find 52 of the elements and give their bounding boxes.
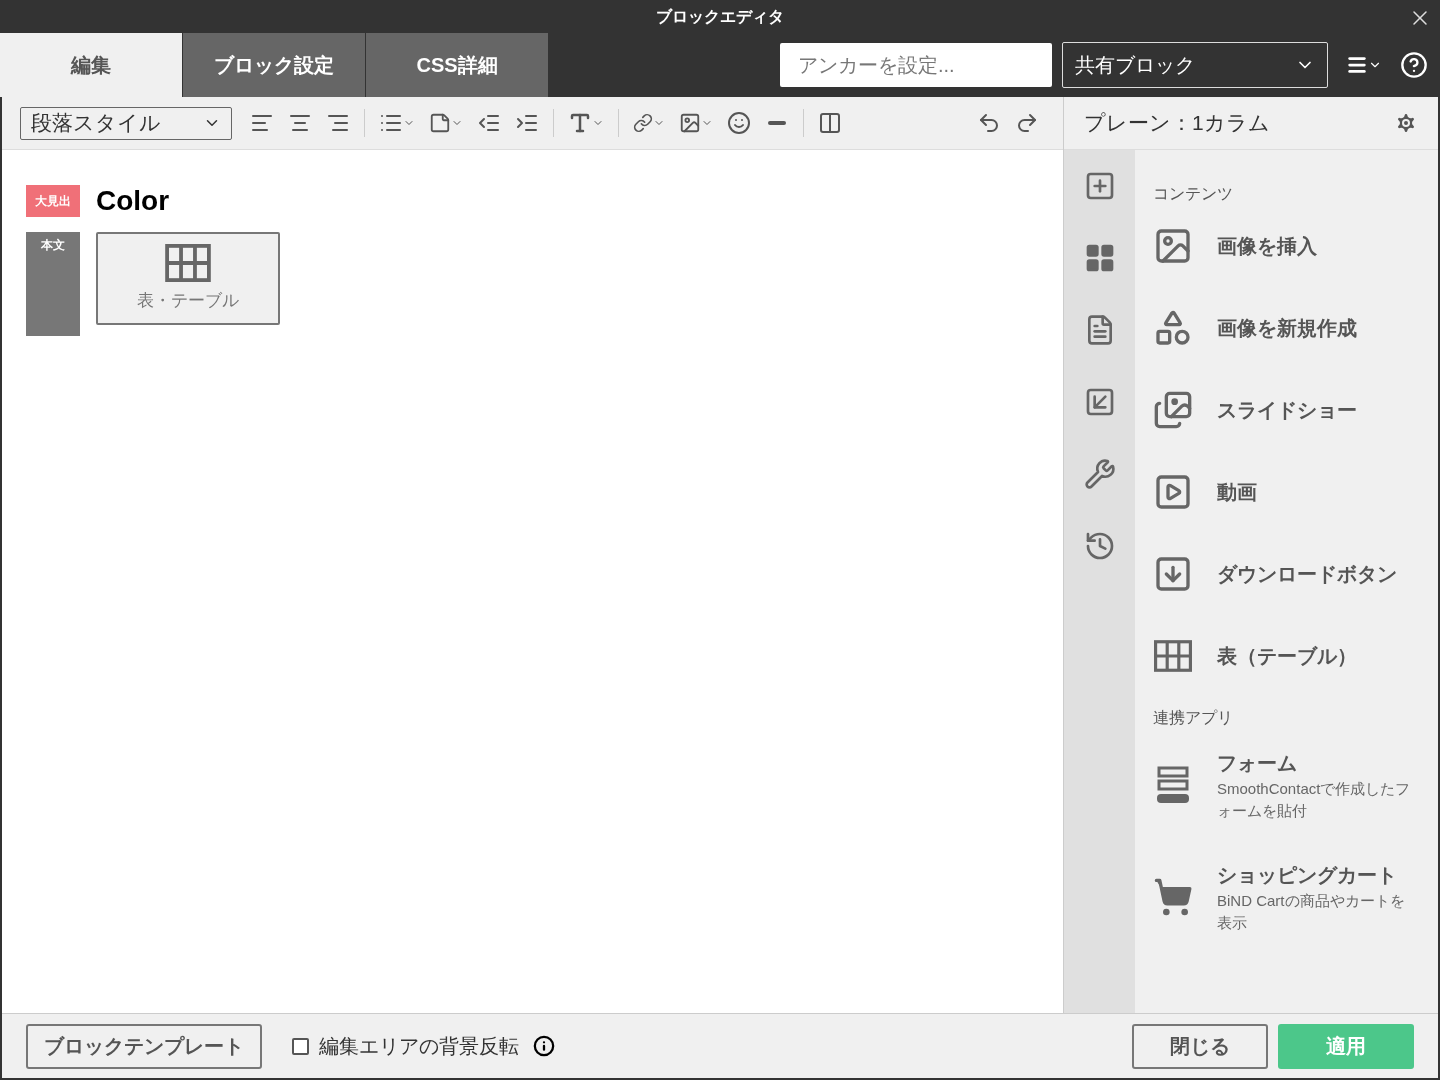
download-icon [1153, 554, 1193, 594]
emoji-icon[interactable] [727, 111, 751, 135]
tab[interactable]: ブロック設定 [183, 33, 365, 97]
heading-text: Color [96, 184, 170, 218]
columns-icon[interactable] [818, 111, 842, 135]
undo-icon[interactable] [977, 111, 1001, 135]
info-icon[interactable] [533, 1035, 555, 1057]
image-icon [1153, 226, 1193, 266]
table-icon [1154, 640, 1192, 672]
close-dialog-button[interactable]: 閉じる [1132, 1023, 1268, 1069]
form-stack-icon [1156, 766, 1190, 804]
checkbox-label: 編集エリアの背景反転 [319, 1034, 519, 1059]
checkbox[interactable] [292, 1037, 309, 1055]
images-icon [1153, 390, 1193, 430]
text-icon [568, 111, 592, 135]
section-heading: コンテンツ [1153, 184, 1234, 204]
note-button[interactable] [429, 112, 463, 134]
block-template-button[interactable]: ブロックテンプレート [26, 1023, 262, 1069]
insert-item[interactable]: 表（テーブル） [1153, 634, 1430, 678]
text-style-button[interactable] [568, 111, 604, 135]
link-icon [633, 113, 653, 133]
insert-item[interactable]: 画像を挿入 [1153, 224, 1430, 268]
cart-icon [1153, 877, 1193, 917]
panel-title: プレーン：1カラム [1084, 110, 1270, 137]
shared-block-select[interactable]: 共有ブロック [1062, 42, 1328, 88]
table-placeholder[interactable]: 表・テーブル [96, 232, 280, 325]
image-button[interactable] [679, 112, 713, 134]
insert-item[interactable]: 動画 [1153, 470, 1430, 514]
tools-icon[interactable] [1083, 458, 1116, 490]
redo-icon[interactable] [1015, 111, 1039, 135]
note-icon [429, 112, 451, 134]
block-tag: 本文 [26, 232, 80, 336]
insert-item[interactable]: ダウンロードボタン [1153, 552, 1430, 596]
help-icon[interactable] [1400, 51, 1428, 79]
section-heading: 連携アプリ [1153, 708, 1234, 728]
link-button[interactable] [633, 113, 665, 133]
insert-item[interactable]: ショッピングカート BiND Cartの商品やカートを表示 [1153, 860, 1430, 934]
shapes-icon [1153, 308, 1193, 348]
paragraph-style-select[interactable]: 段落スタイル [20, 106, 232, 140]
insert-item[interactable]: 画像を新規作成 [1153, 306, 1430, 350]
menu-button[interactable] [1346, 54, 1382, 76]
insert-item[interactable]: スライドショー [1153, 388, 1430, 432]
window-title: ブロックエディタ [656, 6, 784, 27]
tab[interactable]: CSS詳細 [366, 33, 548, 97]
block-tag: 大見出 [26, 185, 80, 217]
menu-icon [1346, 54, 1368, 76]
image-icon [679, 112, 701, 134]
play-icon [1153, 472, 1193, 512]
insert-item[interactable]: フォーム SmoothContactで作成したフォームを貼付 [1153, 748, 1430, 822]
anchor-field[interactable]: アンカーを設定... [780, 43, 1052, 87]
tab[interactable]: 編集 [0, 33, 182, 97]
table-icon [165, 243, 211, 282]
